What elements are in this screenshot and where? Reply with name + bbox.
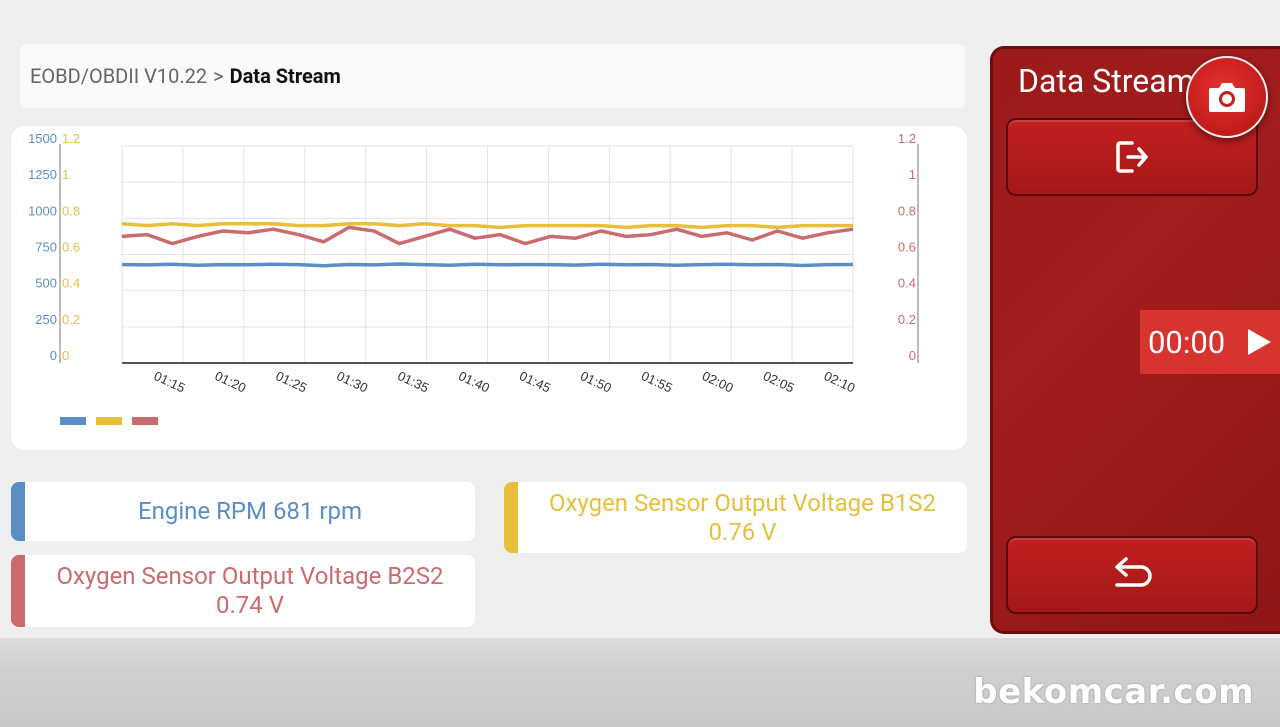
back-button[interactable]: [1006, 536, 1258, 614]
readout-o2-b2s2[interactable]: Oxygen Sensor Output Voltage B2S2 0.74 V: [11, 555, 475, 627]
x-tick-label: 01:20: [213, 368, 249, 395]
chart-svg: 1500 1.2 1.2 1250 1 1 1000 0.8 0.8 750 0.6 0.6 500 0.…: [28, 131, 919, 425]
y-tick-volt-right: 0.8: [898, 203, 916, 218]
y-tick-volt-right: 0.2: [898, 312, 916, 327]
y-tick-volt-left: 0.2: [62, 312, 80, 327]
breadcrumb-parent[interactable]: EOBD/OBDII V10.22: [30, 64, 207, 88]
x-tick-label: 01:35: [395, 368, 431, 395]
breadcrumb: EOBD/OBDII V10.22 > Data Stream: [20, 44, 965, 108]
readout-engine-rpm-text: Engine RPM 681 rpm: [137, 497, 363, 525]
timer-value: 00:00: [1148, 323, 1226, 361]
y-tick-rpm: 250: [35, 312, 57, 327]
x-tick-label: 01:50: [578, 368, 614, 395]
y-tick-volt-right: 1: [909, 167, 916, 182]
y-tick-rpm: 1500: [28, 131, 57, 146]
y-tick-rpm: 0: [50, 348, 57, 363]
readout-engine-rpm[interactable]: Engine RPM 681 rpm: [11, 482, 475, 541]
x-tick-label: 01:30: [334, 368, 370, 395]
y-tick-rpm: 1000: [28, 203, 57, 218]
y-tick-volt-right: 0: [909, 348, 916, 363]
y-tick-rpm: 1250: [28, 167, 57, 182]
y-tick-volt-right: 0.4: [898, 276, 916, 291]
readout-o2-b1s2-label: Oxygen Sensor Output Voltage B1S2: [548, 488, 937, 517]
y-tick-rpm: 500: [35, 276, 57, 291]
x-tick-label: 01:15: [152, 368, 188, 395]
watermark: bekomcar.com: [973, 672, 1254, 712]
readout-o2-b2s2-label: Oxygen Sensor Output Voltage B2S2: [56, 562, 444, 590]
x-tick-label: 02:05: [761, 368, 797, 395]
legend-swatch-b2s2: [132, 417, 158, 425]
record-timer[interactable]: 00:00: [1140, 310, 1280, 374]
y-tick-rpm: 750: [35, 240, 57, 255]
y-tick-volt-left: 1: [62, 167, 69, 182]
back-icon: [1115, 557, 1152, 587]
y-tick-volt-left: 0.4: [62, 276, 80, 291]
readout-o2-b1s2-value: 0.76 V: [708, 517, 777, 546]
readout-o2-b1s2[interactable]: Oxygen Sensor Output Voltage B1S2 0.76 V: [504, 482, 967, 553]
y-tick-volt-left: 0.8: [62, 203, 80, 218]
play-icon[interactable]: [1246, 328, 1272, 356]
readout-o2-b2s2-value: 0.74 V: [215, 591, 285, 619]
x-tick-label: 01:45: [517, 368, 553, 395]
exit-icon: [1116, 141, 1148, 173]
x-tick-label: 02:10: [822, 368, 858, 395]
y-tick-volt-right: 0.6: [898, 240, 916, 255]
legend-swatch-b1s2: [96, 417, 122, 425]
legend-swatch-rpm: [60, 417, 86, 425]
y-tick-volt-right: 1.2: [898, 131, 916, 146]
side-panel-title: Data Stream: [1018, 62, 1195, 100]
screenshot-button[interactable]: [1186, 56, 1268, 138]
camera-icon: [1209, 83, 1245, 112]
breadcrumb-current: Data Stream: [229, 64, 341, 88]
series-line-rpm: [121, 262, 854, 268]
breadcrumb-separator: >: [213, 64, 224, 88]
x-tick-label: 01:55: [639, 368, 675, 395]
x-tick-label: 01:25: [273, 368, 309, 395]
data-stream-chart: 1500 1.2 1.2 1250 1 1 1000 0.8 0.8 750 0.6 0.6 500 0.…: [11, 126, 967, 450]
y-tick-volt-left: 0: [62, 348, 69, 363]
x-tick-label: 01:40: [456, 368, 492, 395]
x-tick-label: 02:00: [700, 368, 736, 395]
y-tick-volt-left: 0.6: [62, 240, 80, 255]
y-tick-volt-left: 1.2: [62, 131, 80, 146]
